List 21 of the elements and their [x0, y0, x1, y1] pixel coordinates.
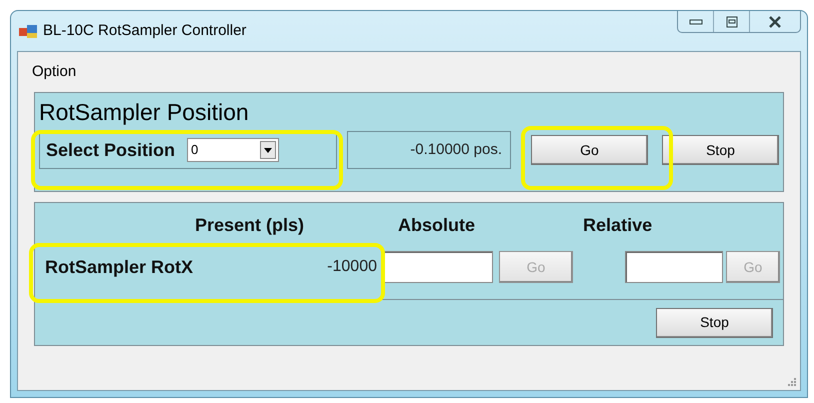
relative-input[interactable] — [625, 251, 723, 283]
stop-button[interactable]: Stop — [656, 308, 773, 338]
menu-item[interactable]: Option — [32, 60, 76, 84]
dropdown-caret-icon — [260, 141, 276, 159]
column-header: Relative — [583, 214, 652, 236]
present-value: -10000 — [326, 257, 377, 277]
column-header: Absolute — [398, 214, 476, 236]
close-icon — [768, 16, 782, 28]
axis-name: RotSampler RotX — [45, 256, 194, 279]
stop-button[interactable]: Stop — [662, 135, 779, 165]
app-icon — [19, 23, 37, 39]
position-dropdown[interactable]: 0 — [187, 138, 280, 162]
position-reading: -0.10000 pos. — [347, 131, 511, 169]
column-header: Present (pls) — [195, 214, 304, 237]
window-title: BL-10C RotSampler Controller — [43, 20, 246, 41]
minimize-icon — [688, 18, 702, 24]
go-button[interactable]: Go — [531, 135, 648, 165]
maximize-icon — [726, 16, 738, 28]
resize-grip-icon — [787, 377, 797, 387]
panel-title: RotSampler Position — [39, 99, 250, 125]
select-label: Select Position — [46, 138, 176, 162]
